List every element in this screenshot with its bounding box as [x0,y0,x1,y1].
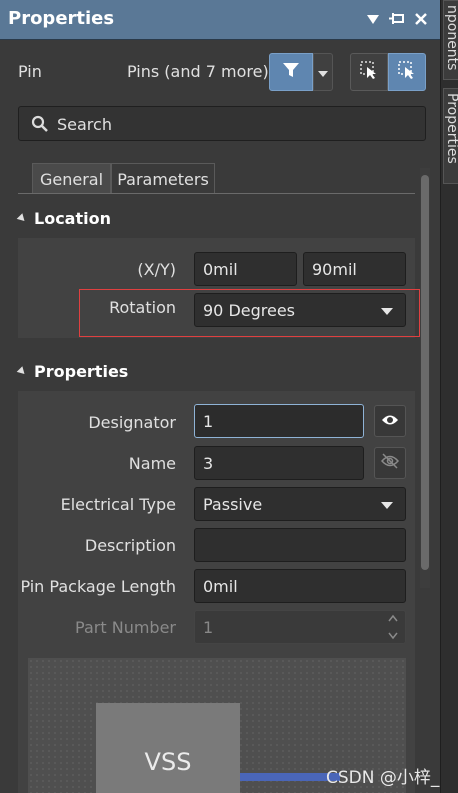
collapse-triangle-icon [16,366,28,377]
electrical-type-select[interactable]: Passive [194,487,406,521]
pin-line-preview [240,773,340,781]
tab-parameters[interactable]: Parameters [111,163,215,194]
scrollbar-thumb[interactable] [421,175,429,570]
electrical-type-label: Electrical Type [60,495,176,514]
designator-field[interactable]: 1 [194,404,364,438]
eye-hidden-icon [380,453,400,473]
electrical-type-value: Passive [203,494,263,514]
side-tab-components[interactable]: nponents [443,0,458,80]
side-tab-properties-label: Properties [444,93,458,164]
description-field[interactable] [194,528,406,562]
pin-package-length-label: Pin Package Length [20,577,176,596]
y-field[interactable]: 90mil [303,252,406,286]
location-section-title: Location [34,209,111,228]
x-value: 0mil [203,259,238,279]
pin-panel-icon[interactable] [388,8,406,30]
search-input[interactable] [57,109,417,139]
tab-general-label: General [39,169,104,189]
pin-package-length-field[interactable]: 0mil [194,569,406,603]
tab-parameters-label: Parameters [117,169,209,189]
part-number-value: 1 [203,617,214,637]
description-label: Description [84,536,176,555]
pin-package-length-value: 0mil [203,576,238,596]
part-number-label: Part Number [75,618,176,637]
watermark: CSDN @小梓_ [326,768,440,788]
rotation-highlight-box [79,289,420,337]
select-in-area-button[interactable] [350,53,388,91]
name-visibility-button[interactable] [374,447,406,479]
select-pointer-icon [397,60,417,84]
object-type-label: Pin [18,62,42,81]
properties-section-header[interactable]: Properties [16,362,129,381]
name-field[interactable]: 3 [194,446,364,480]
tab-divider [18,193,415,194]
component-label: VSS [144,748,192,776]
part-number-stepper[interactable]: 1 [194,610,406,644]
chevron-down-icon [317,63,329,82]
panel-title: Properties [8,8,115,29]
name-value: 3 [203,453,214,473]
eye-icon [381,412,399,431]
panel-titlebar: Properties [0,0,440,40]
selection-filter-button[interactable] [269,53,313,91]
filter-icon [281,60,301,84]
search-icon [31,115,49,133]
y-value: 90mil [312,259,357,279]
selection-filter-dropdown[interactable] [313,53,333,91]
search-box [18,106,426,141]
select-area-icon [359,60,379,84]
side-tab-components-label: nponents [444,5,458,71]
chevron-down-icon [381,502,393,509]
properties-section-title: Properties [34,362,129,381]
close-panel-icon[interactable] [412,8,430,30]
stepper-arrows-icon [387,612,399,646]
designator-label: Designator [88,413,176,432]
selection-summary: Pins (and 7 more) [127,62,269,81]
x-field[interactable]: 0mil [194,252,297,286]
location-section-header[interactable]: Location [16,209,111,228]
select-touching-button[interactable] [388,53,426,91]
side-tab-properties[interactable]: Properties [443,88,458,184]
name-label: Name [128,454,176,473]
panel-menu-dropdown-icon[interactable] [364,8,382,30]
tab-general[interactable]: General [32,163,111,194]
designator-visibility-button[interactable] [374,405,406,437]
collapse-triangle-icon [16,213,28,224]
xy-label: (X/Y) [137,260,176,279]
designator-value: 1 [203,411,214,431]
